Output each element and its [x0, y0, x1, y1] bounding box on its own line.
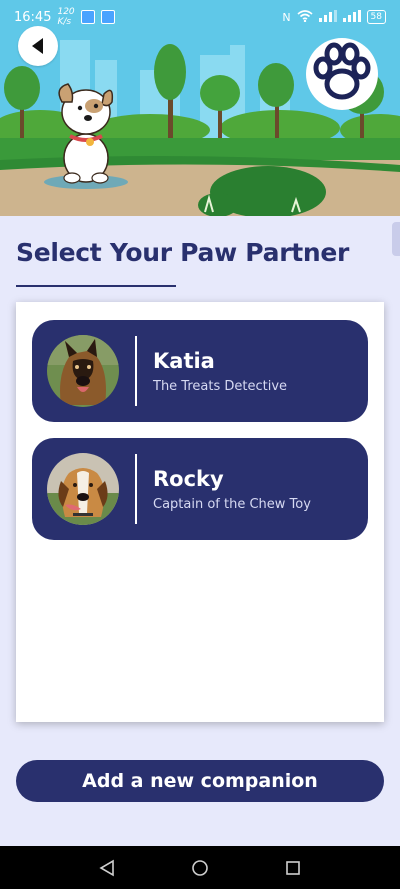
pet-card-rocky[interactable]: Rocky Captain of the Chew Toy: [32, 438, 368, 540]
paw-icon: [304, 36, 380, 112]
german-shepherd-photo: [47, 335, 119, 407]
pet-subtitle: Captain of the Chew Toy: [153, 496, 311, 512]
nav-home-icon[interactable]: [188, 856, 212, 880]
beagle-photo: [47, 453, 119, 525]
system-nav-bar: [0, 846, 400, 889]
pet-divider: [135, 336, 137, 406]
signal-icon: [318, 9, 337, 25]
back-button[interactable]: [18, 26, 58, 66]
pet-card-katia[interactable]: Katia The Treats Detective: [32, 320, 368, 422]
upload-notification-icon: [80, 10, 95, 24]
status-time: 16:45: [14, 9, 52, 25]
network-speed-value: 120: [57, 7, 75, 17]
app-notification-icon: [100, 10, 115, 24]
nfc-icon: N: [282, 10, 291, 24]
avatar: [47, 453, 119, 525]
title-underline: [16, 285, 176, 287]
back-arrow-icon: [32, 38, 43, 54]
scroll-handle[interactable]: [392, 222, 400, 256]
battery-icon: 58: [366, 10, 386, 24]
nav-recents-icon[interactable]: [281, 856, 305, 880]
page-title: Select Your Paw Partner: [16, 238, 350, 267]
status-bar: 16:45 120 K/s N 58: [0, 0, 400, 34]
signal-icon-2: [342, 9, 361, 25]
network-speed: 120 K/s: [57, 7, 74, 27]
pet-divider: [135, 454, 137, 524]
pet-list: Katia The Treats Detective Rocky Captain…: [16, 302, 384, 722]
pet-subtitle: The Treats Detective: [153, 378, 288, 394]
wifi-icon: [297, 9, 313, 25]
pet-name: Katia: [153, 348, 215, 373]
avatar: [47, 335, 119, 407]
network-speed-unit: K/s: [57, 17, 72, 27]
pet-name: Rocky: [153, 466, 224, 491]
add-companion-button[interactable]: Add a new companion: [16, 760, 384, 802]
nav-back-icon[interactable]: [95, 856, 119, 880]
